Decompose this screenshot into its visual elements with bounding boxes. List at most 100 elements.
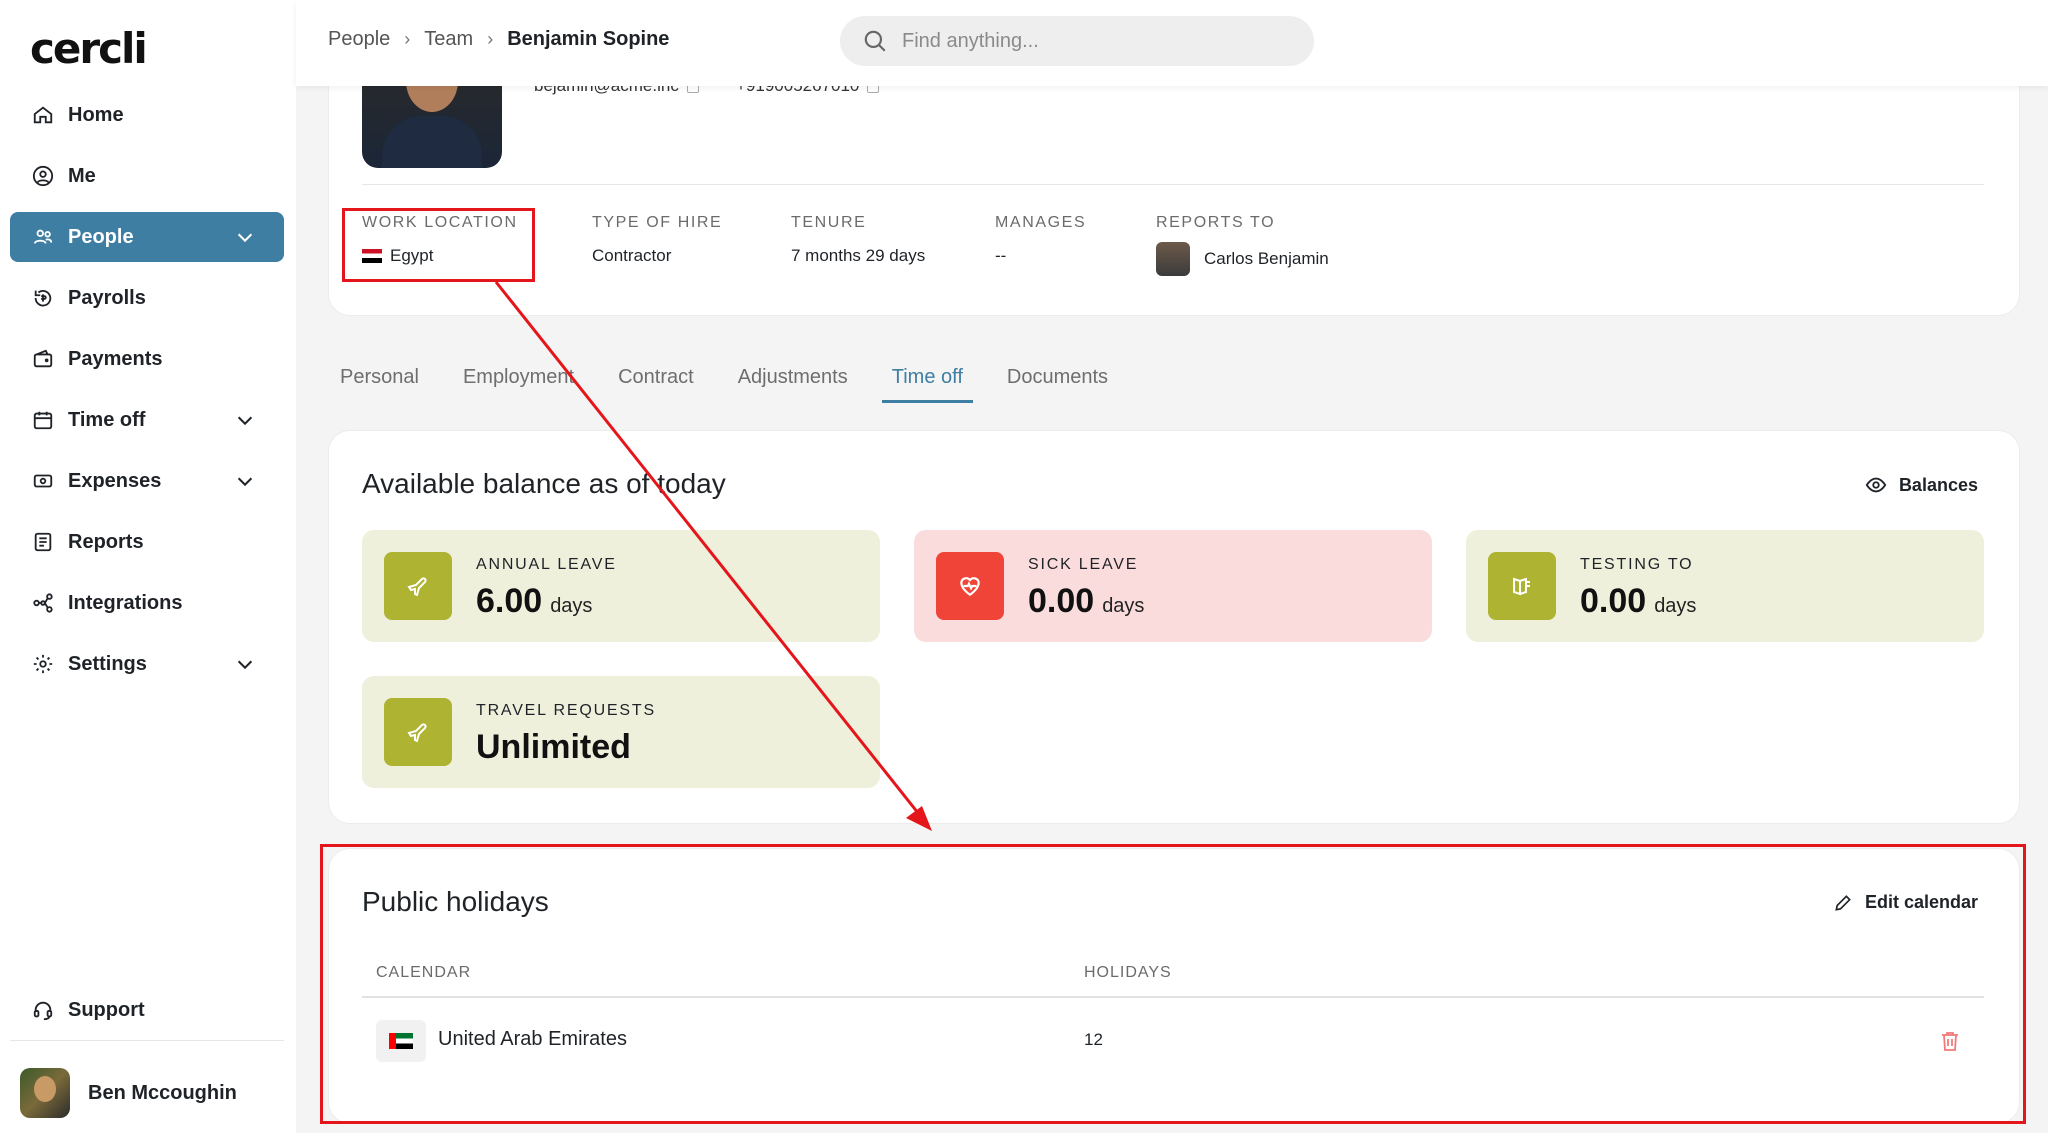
sidebar-item-label: Payrolls	[68, 286, 146, 309]
sidebar-item-home[interactable]: Home	[10, 90, 284, 140]
sidebar-item-expenses[interactable]: Expenses	[10, 456, 284, 506]
sidebar-item-payments[interactable]: Payments	[10, 334, 284, 384]
book-icon	[1488, 552, 1556, 620]
tile-value: 0.00	[1580, 582, 1647, 620]
sidebar-item-label: Integrations	[68, 591, 183, 614]
tab-adjustments[interactable]: Adjustments	[738, 362, 848, 403]
tab-employment[interactable]: Employment	[463, 362, 574, 403]
tab-documents[interactable]: Documents	[1007, 362, 1108, 403]
work-location-label: WORK LOCATION	[362, 214, 518, 231]
sidebar-item-people[interactable]: People	[10, 212, 284, 262]
sidebar-item-label: Reports	[68, 530, 144, 553]
tile-label: ANNUAL LEAVE	[476, 556, 617, 573]
avatar	[1156, 242, 1190, 276]
integrations-icon	[32, 592, 54, 614]
breadcrumb-current: Benjamin Sopine	[507, 28, 670, 50]
gear-icon	[32, 653, 54, 675]
sidebar-item-me[interactable]: Me	[10, 151, 284, 201]
support-link[interactable]: Support	[10, 985, 284, 1035]
heart-pulse-icon	[936, 552, 1004, 620]
user-name: Ben Mccoughin	[88, 1081, 237, 1104]
type-of-hire-label: TYPE OF HIRE	[592, 214, 723, 231]
search-icon	[864, 30, 886, 52]
plane-icon	[384, 698, 452, 766]
wallet-icon	[32, 348, 54, 370]
reports-to-value[interactable]: Carlos Benjamin	[1204, 249, 1329, 269]
user-circle-icon	[32, 165, 54, 187]
tile-sick-leave[interactable]: SICK LEAVE 0.00 days	[914, 530, 1432, 642]
sidebar-item-time-off[interactable]: Time off	[10, 395, 284, 445]
pencil-icon	[1835, 894, 1851, 911]
tile-annual-leave[interactable]: ANNUAL LEAVE 6.00 days	[362, 530, 880, 642]
tile-travel-requests[interactable]: TRAVEL REQUESTS Unlimited	[362, 676, 880, 788]
column-header-holidays: HOLIDAYS	[1084, 964, 1172, 981]
chevron-down-icon	[237, 660, 253, 670]
sidebar-item-label: Settings	[68, 652, 147, 675]
avatar	[20, 1068, 70, 1118]
uae-flag-icon	[376, 1020, 426, 1062]
current-user[interactable]: Ben Mccoughin	[20, 1068, 237, 1118]
tile-value: 0.00	[1028, 582, 1095, 620]
app-logo[interactable]: cercli	[30, 24, 148, 73]
headset-icon	[32, 999, 54, 1021]
sidebar-item-payrolls[interactable]: Payrolls	[10, 273, 284, 323]
tile-unit: days	[550, 595, 593, 617]
tile-label: TRAVEL REQUESTS	[476, 702, 656, 719]
column-header-calendar: CALENDAR	[376, 964, 472, 981]
sidebar-item-settings[interactable]: Settings	[10, 639, 284, 689]
tile-value: Unlimited	[476, 728, 631, 766]
calendar-name: United Arab Emirates	[438, 1028, 627, 1050]
type-of-hire-value: Contractor	[592, 246, 672, 265]
breadcrumb: People › Team › Benjamin Sopine	[328, 28, 669, 51]
sidebar-item-label: Time off	[68, 408, 146, 431]
reports-to: REPORTS TO Carlos Benjamin	[1156, 214, 1329, 276]
tenure-value: 7 months 29 days	[791, 246, 926, 265]
chevron-right-icon: ›	[487, 29, 494, 49]
chevron-down-icon	[237, 233, 253, 243]
home-icon	[32, 104, 54, 126]
sidebar-item-label: Me	[68, 164, 96, 187]
chevron-down-icon	[237, 416, 253, 426]
sidebar-item-reports[interactable]: Reports	[10, 517, 284, 567]
balance-title: Available balance as of today	[362, 468, 726, 499]
tile-testing-to[interactable]: TESTING TO 0.00 days	[1466, 530, 1984, 642]
breadcrumb-team[interactable]: Team	[424, 28, 473, 51]
manages-label: MANAGES	[995, 214, 1087, 231]
sidebar: cercli Home Me People Payrolls Payments …	[0, 0, 296, 1133]
users-icon	[32, 226, 54, 248]
trash-icon[interactable]	[1938, 1028, 1962, 1059]
edit-calendar-label: Edit calendar	[1864, 892, 1978, 912]
search-bar[interactable]	[840, 16, 1314, 66]
holiday-count: 12	[1084, 1030, 1103, 1049]
edit-calendar-button[interactable]: Edit calendar	[1833, 892, 1978, 913]
holidays-title: Public holidays	[362, 886, 549, 917]
balances-label: Balances	[1898, 474, 1978, 495]
public-holidays-card	[328, 848, 2020, 1124]
eye-icon	[1865, 477, 1887, 493]
manages-value: --	[995, 246, 1007, 265]
sidebar-item-label: People	[68, 225, 134, 248]
sidebar-item-label: Expenses	[68, 469, 162, 492]
tile-label: TESTING TO	[1580, 556, 1694, 573]
sidebar-item-label: Payments	[68, 347, 163, 370]
balances-button[interactable]: Balances	[1865, 474, 1978, 496]
tab-time-off[interactable]: Time off	[881, 362, 974, 403]
tile-unit: days	[1102, 595, 1145, 617]
tile-value: 6.00	[476, 582, 543, 620]
tab-contract[interactable]: Contract	[618, 362, 694, 403]
egypt-flag-icon	[362, 249, 382, 263]
manages: MANAGES --	[995, 214, 1086, 266]
work-location-value: Egypt	[390, 246, 434, 265]
type-of-hire: TYPE OF HIRE Contractor	[592, 214, 722, 266]
search-input[interactable]	[902, 29, 1282, 53]
chevron-right-icon: ›	[404, 29, 411, 49]
calendar-icon	[32, 409, 54, 431]
top-header: People › Team › Benjamin Sopine	[296, 0, 2048, 86]
support-label: Support	[68, 998, 145, 1021]
sidebar-item-label: Home	[68, 103, 124, 126]
payroll-icon	[32, 287, 54, 309]
tile-label: SICK LEAVE	[1028, 556, 1139, 573]
tab-personal[interactable]: Personal	[340, 362, 419, 403]
breadcrumb-people[interactable]: People	[328, 28, 390, 51]
sidebar-item-integrations[interactable]: Integrations	[10, 578, 284, 628]
